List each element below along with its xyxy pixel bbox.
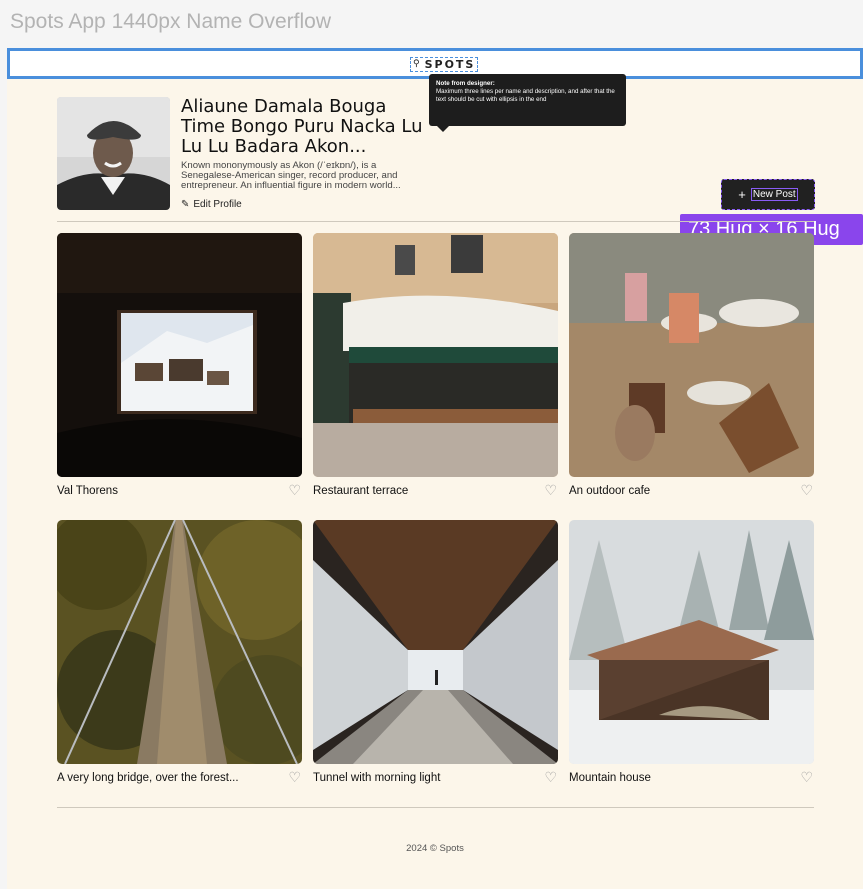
edit-profile-label: Edit Profile [193,199,242,210]
profile-name: Aliaune Damala Bouga Time Bongo Puru Nac… [181,96,423,157]
new-post-button[interactable]: + New Post [721,179,815,210]
card-title: An outdoor cafe [569,485,651,497]
heart-icon[interactable]: ♡ [544,771,557,785]
card-title: Val Thorens [57,485,118,497]
card-image[interactable] [313,520,558,764]
note-body: Maximum three lines per name and descrip… [436,88,615,103]
card-image[interactable] [57,520,302,764]
heart-icon[interactable]: ♡ [288,771,301,785]
card[interactable]: Tunnel with morning light ♡ [313,520,558,785]
new-post-label: New Post [750,188,798,201]
logo[interactable]: ⚲ SPOTS [410,57,479,72]
card[interactable]: A very long bridge, over the forest... ♡ [57,520,302,785]
pencil-icon: ✎ [181,199,190,210]
frame-title: Spots App 1440px Name Overflow [10,10,332,33]
card-image[interactable] [569,520,814,764]
spots-logo-icon: ⚲ [413,59,422,69]
card-title: Tunnel with morning light [313,772,441,784]
card-image[interactable] [569,233,814,477]
card-title: Mountain house [569,772,651,784]
note-title: Note from designer: [436,80,495,87]
plus-icon: + [738,186,746,202]
footer-text: 2024 © Spots [406,843,464,854]
page-canvas: ⚲ SPOTS Note from designer: Maximum thre… [7,48,863,889]
profile-description: Known mononymously as Akon (/ˈeɪkɒn/), i… [181,160,401,191]
heart-icon[interactable]: ♡ [544,484,557,498]
avatar [57,97,170,210]
card-title: A very long bridge, over the forest... [57,772,239,784]
card[interactable]: Restaurant terrace ♡ [313,233,558,498]
designer-note: Note from designer: Maximum three lines … [429,74,626,132]
card-title: Restaurant terrace [313,485,409,497]
heart-icon[interactable]: ♡ [800,771,813,785]
heart-icon[interactable]: ♡ [288,484,301,498]
divider [57,221,814,222]
edit-profile-link[interactable]: ✎ Edit Profile [181,199,242,210]
card[interactable]: An outdoor cafe ♡ [569,233,814,498]
card-image[interactable] [57,233,302,477]
divider [57,807,814,808]
logo-text: SPOTS [424,58,476,71]
card[interactable]: Val Thorens ♡ [57,233,302,498]
heart-icon[interactable]: ♡ [800,484,813,498]
card[interactable]: Mountain house ♡ [569,520,814,785]
card-image[interactable] [313,233,558,477]
